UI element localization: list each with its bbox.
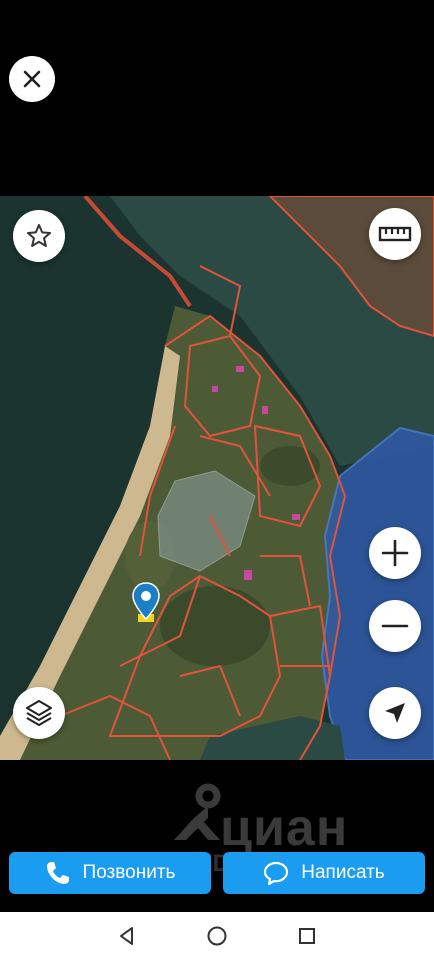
favorite-button[interactable]: [13, 210, 65, 262]
system-navigation-bar: [0, 912, 434, 960]
minus-icon: [381, 624, 409, 628]
star-icon: [27, 224, 51, 247]
phone-icon: [46, 862, 69, 884]
layers-icon: [26, 700, 52, 726]
satellite-map: [0, 196, 434, 760]
layers-button[interactable]: [13, 687, 65, 739]
message-button-label: Написать: [301, 862, 385, 883]
map-view[interactable]: [0, 196, 434, 760]
recents-square-icon: [299, 928, 315, 944]
locate-button[interactable]: [369, 687, 421, 739]
cian-logo-icon: [174, 783, 221, 840]
ruler-button[interactable]: [369, 208, 421, 260]
call-button-label: Позвонить: [82, 862, 176, 883]
close-icon: [23, 70, 41, 88]
chat-bubble-icon: [264, 861, 289, 886]
recents-button[interactable]: [293, 922, 321, 950]
back-triangle-icon: [120, 927, 133, 945]
ruler-icon: [378, 226, 412, 242]
home-button[interactable]: [203, 922, 231, 950]
message-button[interactable]: Написать: [223, 852, 425, 894]
plus-icon: [381, 539, 409, 567]
call-button[interactable]: Позвонить: [9, 852, 211, 894]
back-button[interactable]: [113, 922, 141, 950]
cian-logo-text: циан: [220, 799, 349, 857]
map-pin-icon: [132, 582, 160, 620]
zoom-out-button[interactable]: [369, 600, 421, 652]
close-button[interactable]: [9, 56, 55, 102]
home-circle-icon: [207, 926, 227, 946]
navigation-arrow-icon: [385, 703, 405, 723]
zoom-in-button[interactable]: [369, 527, 421, 579]
